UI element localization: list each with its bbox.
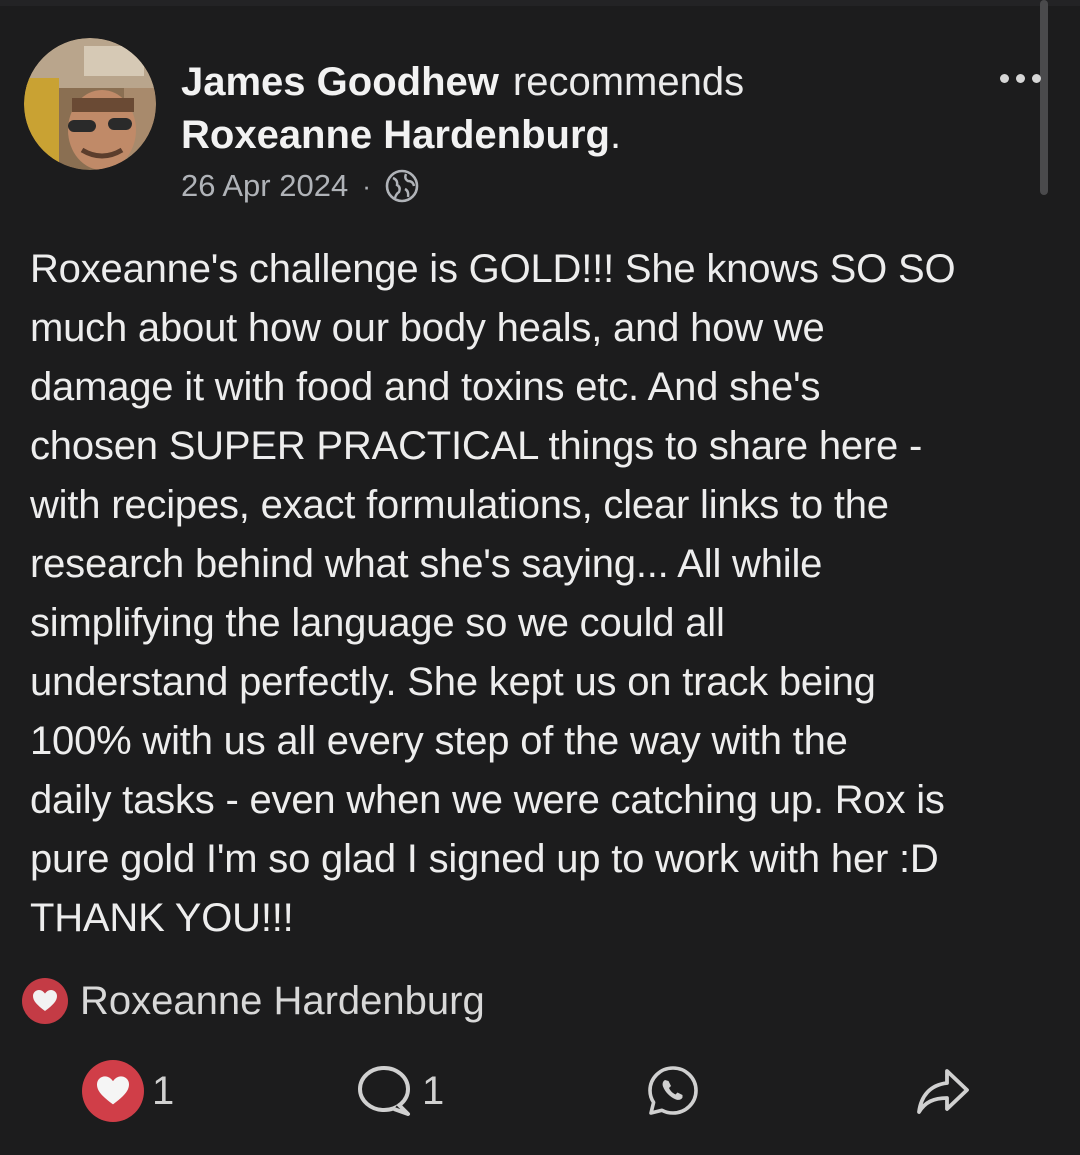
globe-icon[interactable]	[385, 169, 419, 203]
post-card: James Goodhew recommends Roxeanne Hardenb…	[0, 0, 1080, 1155]
more-options-button[interactable]	[1000, 62, 1060, 94]
author-name[interactable]: James Goodhew	[181, 60, 499, 104]
share-button[interactable]	[914, 1060, 972, 1122]
scrollbar[interactable]	[1040, 0, 1048, 195]
author-line: James Goodhew recommends	[181, 56, 1001, 108]
whatsapp-share-button[interactable]	[646, 1060, 700, 1122]
whatsapp-icon	[648, 1066, 698, 1115]
post-meta: 26 Apr 2024 ·	[181, 166, 1001, 206]
more-dot	[1000, 73, 1009, 83]
comment-count: 1	[422, 1068, 445, 1113]
recommends-verb: recommends	[512, 60, 745, 104]
action-bar: 1 1	[0, 1040, 1080, 1150]
comment-button[interactable]: 1	[356, 1060, 444, 1122]
like-button[interactable]: 1	[82, 1060, 174, 1122]
heart-icon	[82, 1060, 144, 1122]
target-suffix: .	[609, 113, 622, 157]
post-header: James Goodhew recommends Roxeanne Hardenb…	[181, 56, 1001, 206]
recommended-page-name[interactable]: Roxeanne Hardenburg	[181, 113, 610, 157]
post-date[interactable]: 26 Apr 2024	[181, 166, 348, 206]
more-dot	[1032, 73, 1041, 83]
heart-icon	[22, 978, 68, 1024]
share-arrow-icon	[917, 1069, 969, 1114]
recommended-page-line: Roxeanne Hardenburg.	[181, 108, 1001, 162]
comment-bubble-icon	[358, 1066, 410, 1116]
top-divider	[0, 0, 1080, 6]
like-count: 1	[152, 1068, 175, 1113]
more-dot	[1016, 73, 1025, 83]
reaction-summary[interactable]: Roxeanne Hardenburg	[22, 976, 485, 1026]
author-avatar[interactable]	[24, 38, 156, 170]
meta-separator: ·	[362, 171, 371, 201]
reactor-name: Roxeanne Hardenburg	[80, 978, 485, 1023]
post-body-text: Roxeanne's challenge is GOLD!!! She know…	[30, 247, 956, 940]
